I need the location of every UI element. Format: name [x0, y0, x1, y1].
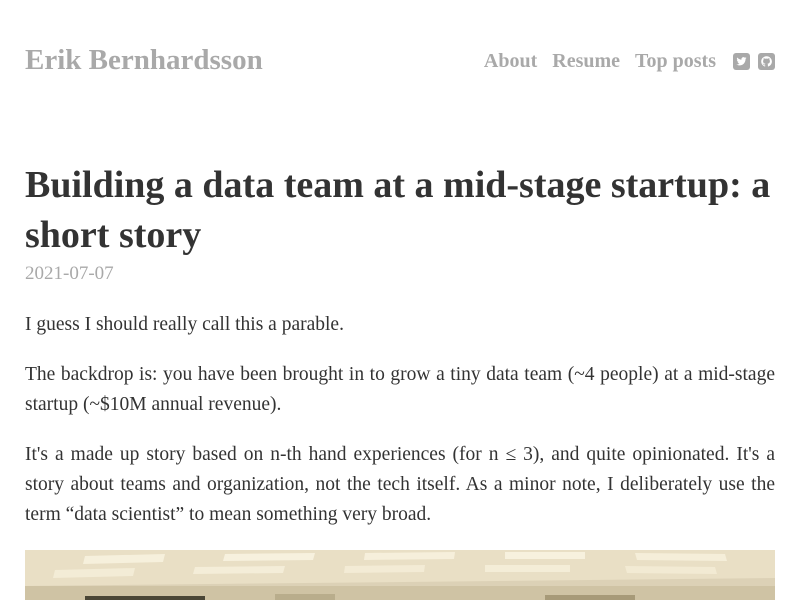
post-paragraph: I guess I should really call this a para…: [25, 314, 344, 335]
post-paragraph: The backdrop is: you have been brought i…: [25, 364, 775, 415]
twitter-icon[interactable]: [733, 53, 750, 70]
github-icon[interactable]: [758, 53, 775, 70]
post-date: 2021-07-07: [25, 263, 114, 284]
main-nav: About Resume Top posts: [484, 50, 775, 73]
site-title-link[interactable]: Erik Bernhardsson: [25, 44, 263, 77]
post-content: I guess I should really call this a para…: [25, 310, 775, 550]
social-links: [733, 53, 775, 70]
post-hero-image: [25, 550, 775, 600]
post-paragraph: It's a made up story based on n-th hand …: [25, 444, 775, 525]
nav-top-posts-link[interactable]: Top posts: [635, 50, 716, 73]
nav-about-link[interactable]: About: [484, 50, 537, 73]
post-title: Building a data team at a mid-stage star…: [25, 164, 771, 256]
nav-resume-link[interactable]: Resume: [552, 50, 620, 73]
site-header: Erik Bernhardsson About Resume Top posts: [25, 38, 775, 86]
